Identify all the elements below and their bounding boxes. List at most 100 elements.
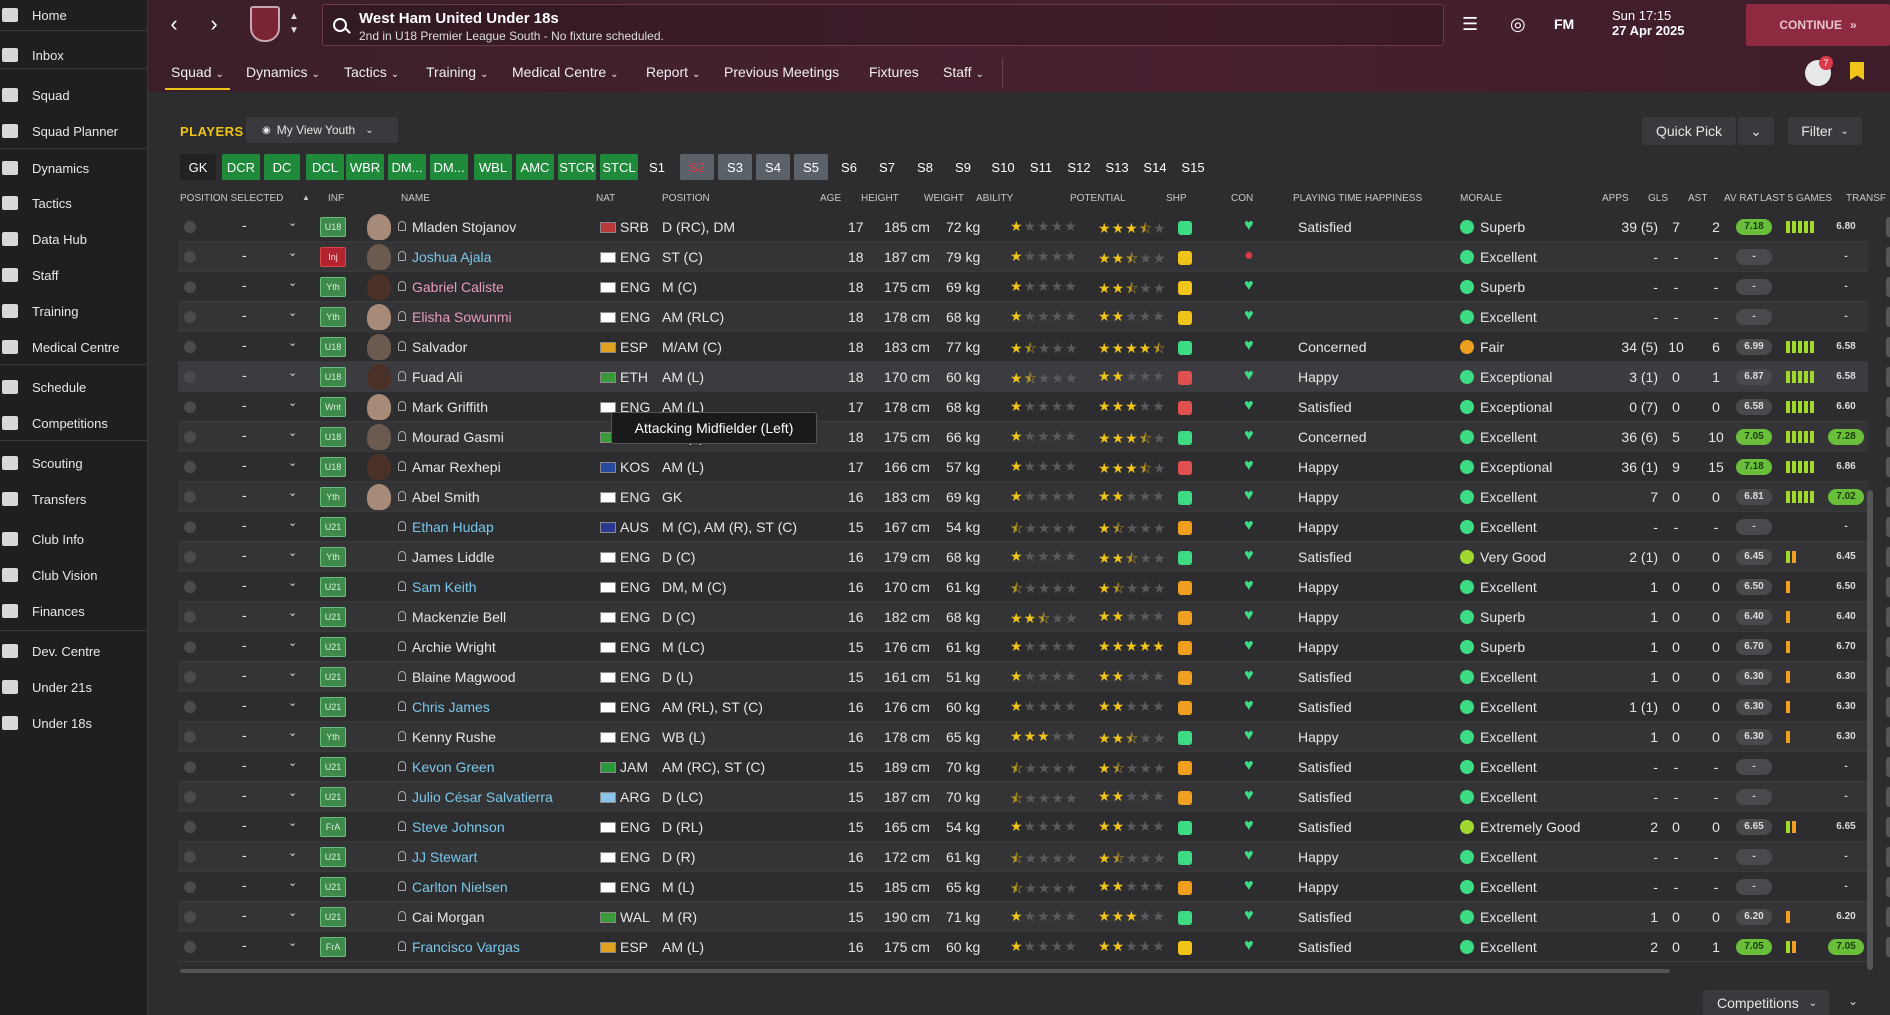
position-selected-value[interactable]: - [242, 457, 247, 473]
transfer-status-icon[interactable] [1886, 937, 1890, 957]
column-header-con[interactable]: CON [1231, 193, 1253, 204]
tab-dynamics[interactable]: Dynamics ⌄ [246, 64, 320, 80]
table-row[interactable]: - ⌄ U18 Salvador ESP M/AM (C) 18 183 cm 77 kg ★⯪★… [178, 332, 1890, 362]
player-name[interactable]: Archie Wright [412, 639, 496, 655]
sidebar-item-staff[interactable]: Staff [0, 262, 148, 288]
transfer-status-icon[interactable] [1886, 517, 1890, 537]
player-name[interactable]: Salvador [412, 339, 467, 355]
player-name[interactable]: Mark Griffith [412, 399, 488, 415]
position-filter-s8[interactable]: S8 [910, 154, 940, 180]
table-row[interactable]: - ⌄ FrA Francisco Vargas ESP AM (L) 16 175 cm 60… [178, 932, 1890, 962]
chevron-down-icon[interactable]: ⌄ [288, 876, 297, 889]
select-checkbox[interactable] [184, 221, 196, 233]
select-checkbox[interactable] [184, 731, 196, 743]
sidebar-item-home[interactable]: Home [0, 2, 148, 28]
position-selected-value[interactable]: - [242, 367, 247, 383]
view-select[interactable]: ◉ My View Youth ⌄ [246, 117, 398, 143]
sidebar-item-club-info[interactable]: Club Info [0, 526, 148, 552]
chevron-down-icon[interactable]: ⌄ [288, 726, 297, 739]
player-name[interactable]: Gabriel Caliste [412, 279, 504, 295]
column-header-nat[interactable]: NAT [596, 193, 615, 204]
position-selected-value[interactable]: - [242, 487, 247, 503]
select-checkbox[interactable] [184, 551, 196, 563]
tab-staff[interactable]: Staff ⌄ [943, 64, 984, 80]
chevron-down-icon[interactable]: ⌄ [288, 546, 297, 559]
sidebar-item-medical-centre[interactable]: Medical Centre [0, 334, 148, 360]
transfer-status-icon[interactable] [1886, 397, 1890, 417]
globe-icon[interactable]: ◎ [1510, 14, 1526, 35]
column-header-height[interactable]: HEIGHT [861, 193, 899, 204]
chevron-down-icon[interactable]: ⌄ [288, 456, 297, 469]
position-selected-value[interactable]: - [242, 937, 247, 953]
select-checkbox[interactable] [184, 521, 196, 533]
chevron-down-icon[interactable]: ⌄ [288, 786, 297, 799]
transfer-status-icon[interactable] [1886, 217, 1890, 237]
position-selected-value[interactable]: - [242, 397, 247, 413]
position-selected-value[interactable]: - [242, 877, 247, 893]
position-filter-s12[interactable]: S12 [1062, 154, 1096, 180]
column-header-morale[interactable]: MORALE [1460, 193, 1502, 204]
position-filter-s11[interactable]: S11 [1024, 154, 1058, 180]
position-selected-value[interactable]: - [242, 817, 247, 833]
select-checkbox[interactable] [184, 641, 196, 653]
position-selected-value[interactable]: - [242, 697, 247, 713]
transfer-status-icon[interactable] [1886, 697, 1890, 717]
transfer-status-icon[interactable] [1886, 637, 1890, 657]
transfer-status-icon[interactable] [1886, 757, 1890, 777]
position-filter-s10[interactable]: S10 [986, 154, 1020, 180]
chevron-down-icon[interactable]: ⌄ [288, 276, 297, 289]
position-selected-value[interactable]: - [242, 637, 247, 653]
player-name[interactable]: Mackenzie Bell [412, 609, 506, 625]
select-checkbox[interactable] [184, 911, 196, 923]
player-name[interactable]: JJ Stewart [412, 849, 477, 865]
position-selected-value[interactable]: - [242, 547, 247, 563]
position-selected-value[interactable]: - [242, 577, 247, 593]
table-row[interactable]: - ⌄ U21 Cai Morgan WAL M (R) 15 190 cm 71 kg ★★★★… [178, 902, 1890, 932]
select-checkbox[interactable] [184, 671, 196, 683]
player-name[interactable]: Julio César Salvatierra [412, 789, 553, 805]
table-row[interactable]: - ⌄ U21 Chris James ENG AM (RL), ST (C) 16 176 … [178, 692, 1890, 722]
position-selected-value[interactable]: - [242, 847, 247, 863]
position-filter-dcl[interactable]: DCL [306, 154, 344, 180]
column-header-pth[interactable]: PLAYING TIME HAPPINESS [1293, 193, 1422, 204]
player-name[interactable]: Steve Johnson [412, 819, 505, 835]
position-selected-value[interactable]: - [242, 277, 247, 293]
player-name[interactable]: Mourad Gasmi [412, 429, 504, 445]
column-header-ast[interactable]: AST [1688, 193, 1707, 204]
column-header-age[interactable]: AGE [820, 193, 841, 204]
search-bar[interactable]: West Ham United Under 18s 2nd in U18 Pre… [322, 4, 1444, 46]
transfer-status-icon[interactable] [1886, 337, 1890, 357]
position-selected-value[interactable]: - [242, 247, 247, 263]
chevron-down-icon[interactable]: ▼ [288, 26, 300, 36]
transfer-status-icon[interactable] [1886, 367, 1890, 387]
position-filter-s5[interactable]: S5 [794, 154, 828, 180]
position-selected-value[interactable]: - [242, 787, 247, 803]
player-name[interactable]: Carlton Nielsen [412, 879, 508, 895]
column-header-ability[interactable]: ABILITY [976, 193, 1013, 204]
table-row[interactable]: - ⌄ U21 Sam Keith ENG DM, M (C) 16 170 cm 61 kg ⯪… [178, 572, 1890, 602]
transfer-status-icon[interactable] [1886, 487, 1890, 507]
table-row[interactable]: -⌄U18Mourad GasmiALGAM (L)18175 cm66 kg★… [178, 422, 1890, 452]
tab-tactics[interactable]: Tactics ⌄ [344, 64, 399, 80]
player-name[interactable]: James Liddle [412, 549, 495, 565]
transfer-status-icon[interactable] [1886, 607, 1890, 627]
player-name[interactable]: Chris James [412, 699, 490, 715]
position-filter-s2[interactable]: S2 [680, 154, 714, 180]
position-selected-value[interactable]: - [242, 757, 247, 773]
tab-squad[interactable]: Squad ⌄ [165, 64, 230, 90]
select-checkbox[interactable] [184, 401, 196, 413]
position-filter-s1[interactable]: S1 [642, 154, 672, 180]
chevron-down-icon[interactable]: ⌄ [288, 606, 297, 619]
position-filter-gk[interactable]: GK [180, 154, 216, 180]
table-row[interactable]: - ⌄ U21 Kevon Green JAM AM (RC), ST (C) 15 189 … [178, 752, 1890, 782]
continue-button[interactable]: CONTINUE » [1746, 4, 1890, 46]
player-name[interactable]: Abel Smith [412, 489, 480, 505]
sort-asc-icon[interactable]: ▲ [302, 193, 310, 202]
select-checkbox[interactable] [184, 341, 196, 353]
position-selected-value[interactable]: - [242, 607, 247, 623]
tab-medical-centre[interactable]: Medical Centre ⌄ [512, 64, 619, 80]
chevron-down-icon[interactable]: ⌄ [288, 936, 297, 949]
select-checkbox[interactable] [184, 791, 196, 803]
chevron-down-icon[interactable]: ⌄ [288, 516, 297, 529]
fm-logo[interactable]: FM [1554, 16, 1574, 32]
